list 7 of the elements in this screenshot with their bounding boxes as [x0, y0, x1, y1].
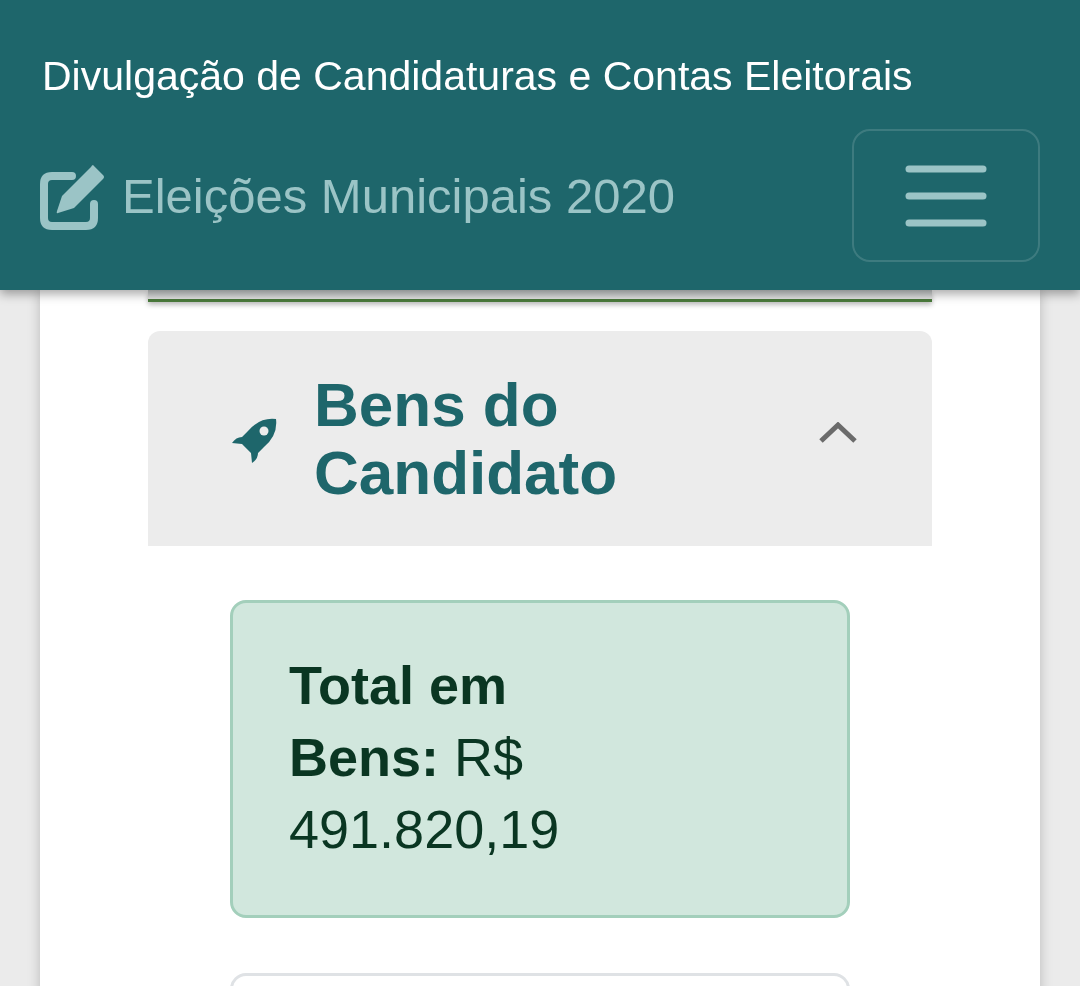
accordion-header[interactable]: Bens do Candidato: [148, 331, 932, 546]
site-title: Divulgação de Candidaturas e Contas Eleitorais: [41, 52, 914, 100]
rocket-icon: [230, 417, 278, 465]
total-assets-alert: Total em Bens: R$ 491.820,19: [230, 600, 850, 918]
brand-link[interactable]: Eleições Municipais 2020: [40, 161, 675, 230]
menu-icon: [905, 164, 987, 227]
menu-button[interactable]: [852, 129, 1040, 262]
